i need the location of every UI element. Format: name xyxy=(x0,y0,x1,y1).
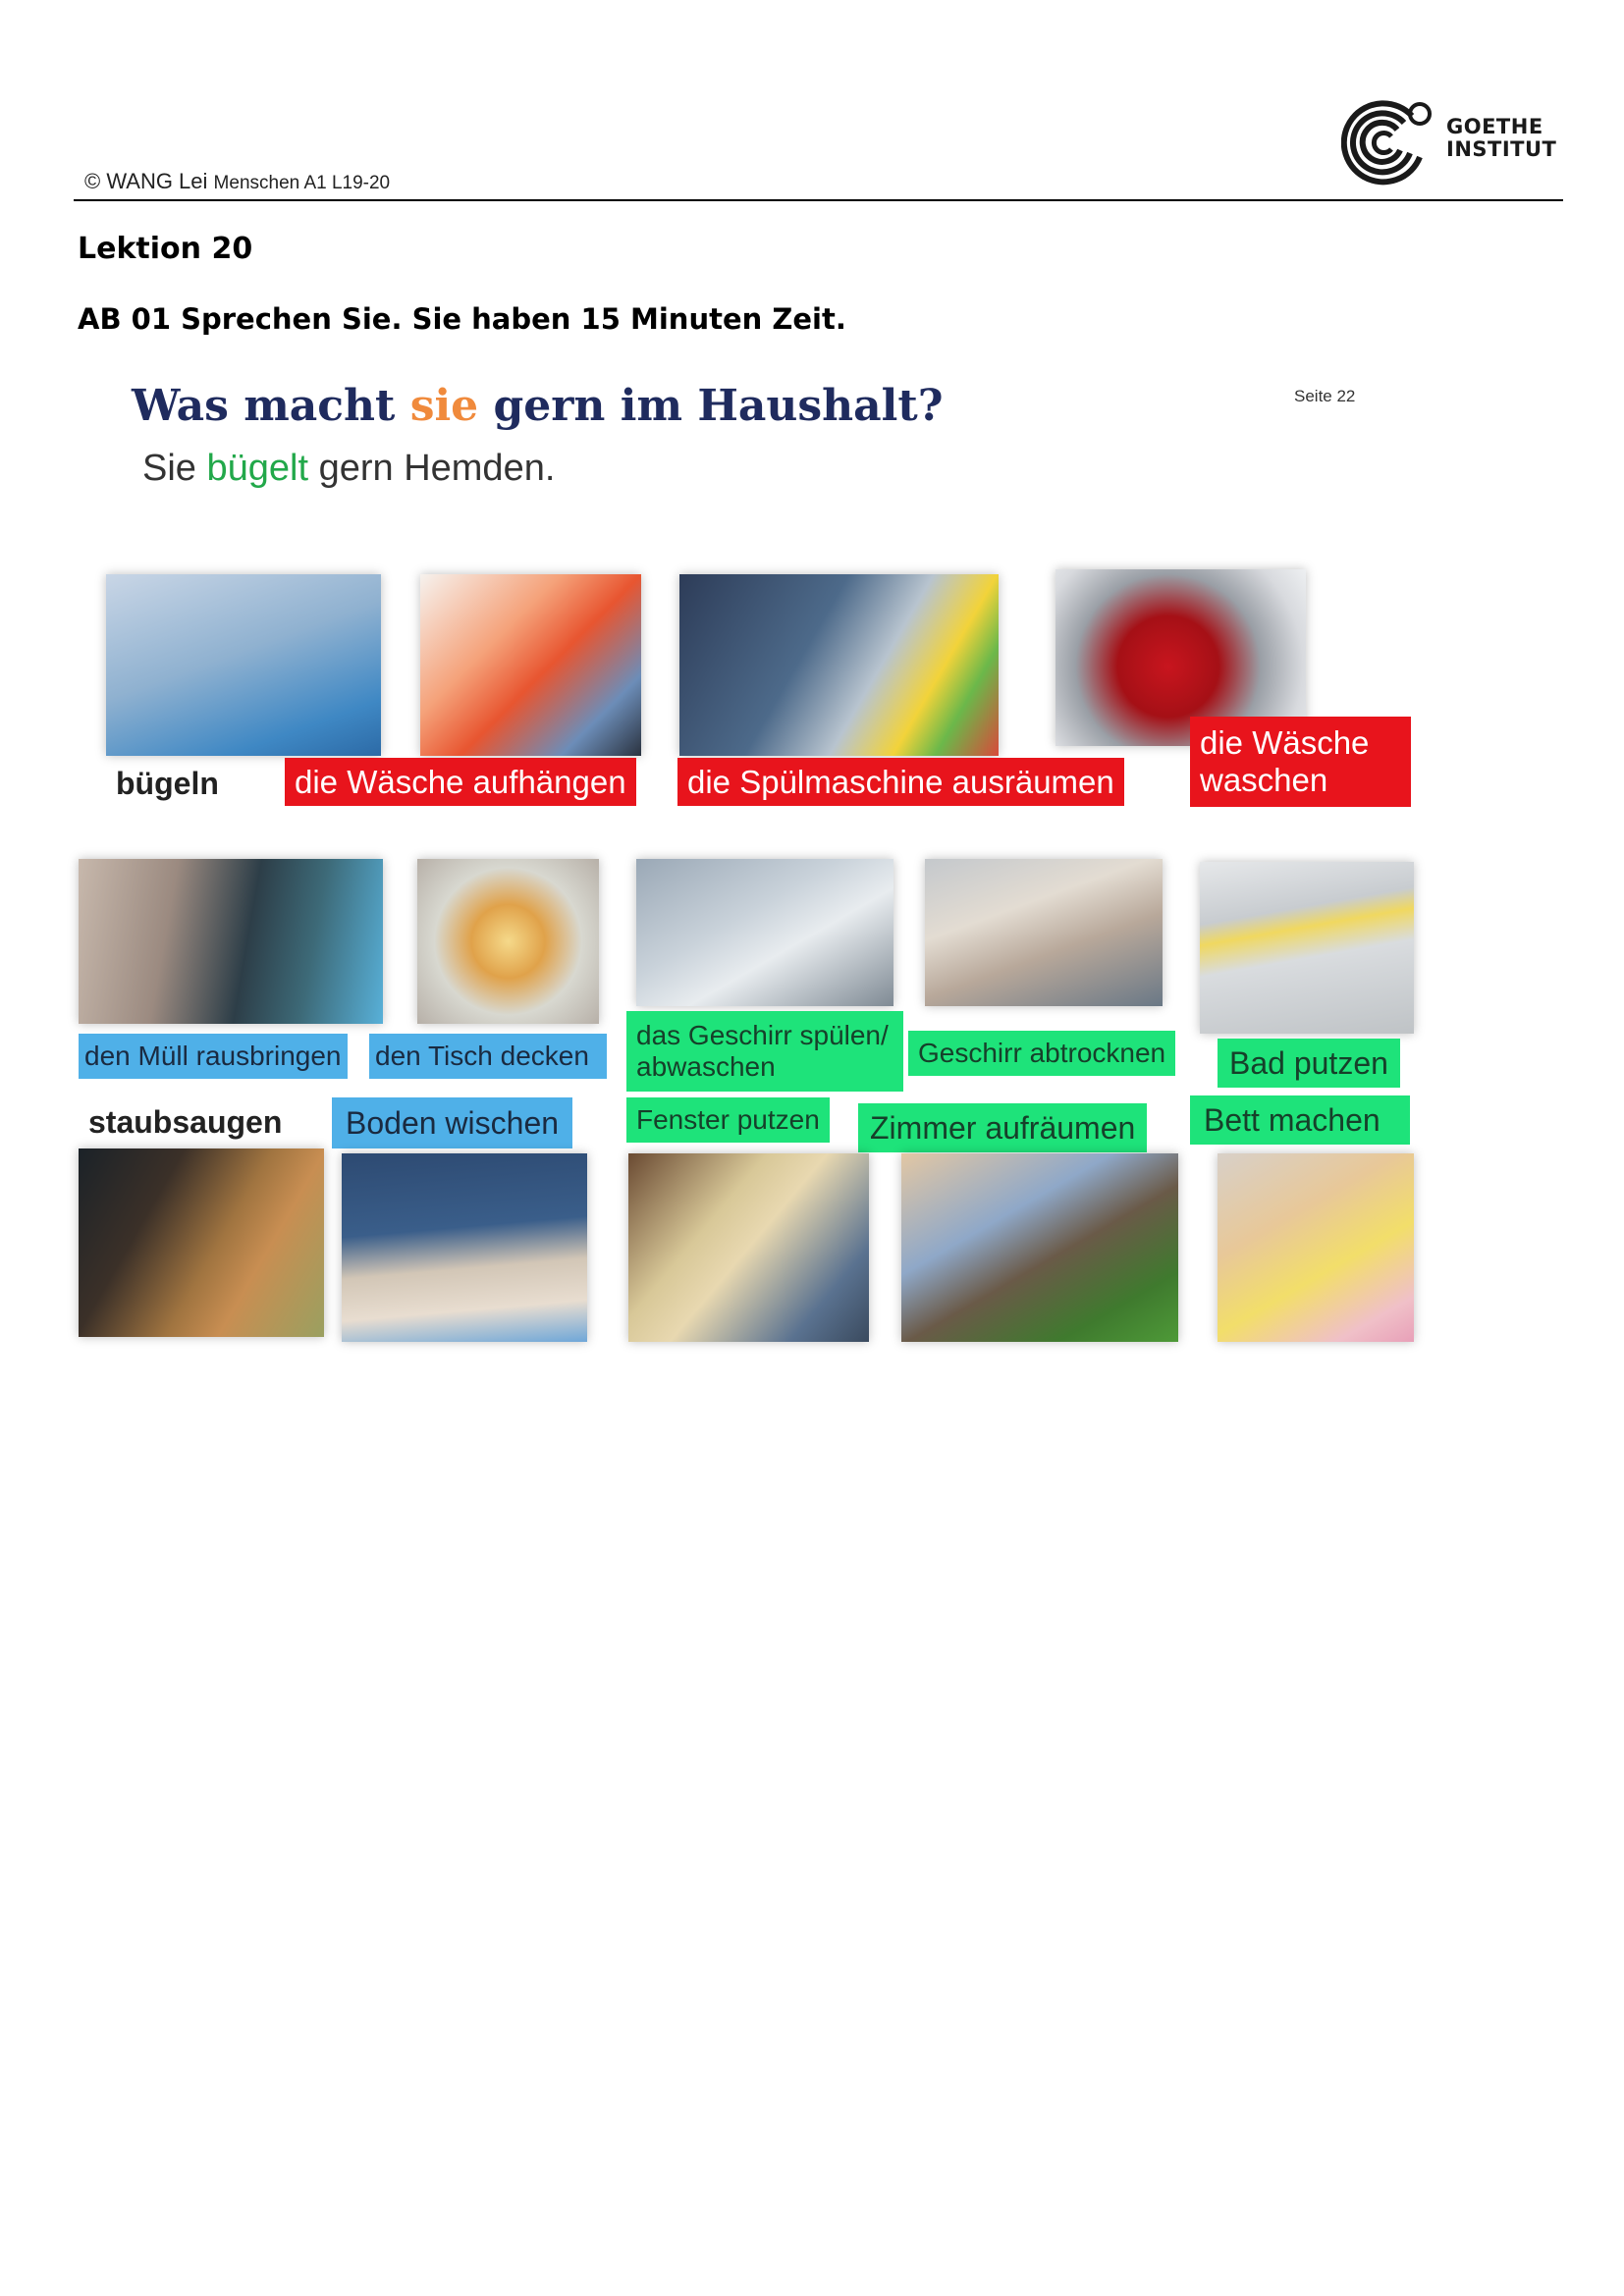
label-buegeln: bügeln xyxy=(116,766,219,801)
label-spuelmaschine-ausraeumen: die Spülmaschine ausräumen xyxy=(677,758,1124,806)
label-tisch-decken: den Tisch decken xyxy=(369,1034,607,1079)
label-bett-machen: Bett machen xyxy=(1190,1095,1410,1145)
label-waesche-aufhaengen: die Wäsche aufhängen xyxy=(285,758,636,806)
label-geschirr-abtrocknen: Geschirr abtrocknen xyxy=(908,1031,1176,1076)
photo-washing-dishes xyxy=(636,859,893,1006)
photo-dishwasher xyxy=(679,574,999,756)
goethe-institut-logo: GOETHE INSTITUT xyxy=(1340,96,1556,190)
task-instruction: AB 01 Sprechen Sie. Sie haben 15 Minuten… xyxy=(78,302,846,336)
photo-hanging-laundry xyxy=(420,574,641,756)
answer-part-2: gern Hemden. xyxy=(308,448,556,489)
label-zimmer-aufraeumen: Zimmer aufräumen xyxy=(858,1103,1148,1152)
question-highlight: sie xyxy=(409,381,479,431)
photo-table-setting xyxy=(417,859,599,1024)
photo-bathroom xyxy=(1200,862,1414,1034)
label-boden-wischen: Boden wischen xyxy=(332,1097,573,1148)
photo-tidying-room xyxy=(901,1153,1178,1342)
question-part-2: gern im Haushalt? xyxy=(478,381,944,431)
label-muell-rausbringen: den Müll rausbringen xyxy=(79,1034,348,1079)
label-fenster-putzen: Fenster putzen xyxy=(626,1097,830,1143)
photo-trash xyxy=(79,859,383,1024)
label-waesche-waschen: die Wäsche waschen xyxy=(1190,717,1411,807)
course-text: Menschen A1 L19-20 xyxy=(213,173,391,193)
header-copyright: © WANG Lei Menschen A1 L19-20 xyxy=(84,169,390,194)
logo-line-1: GOETHE xyxy=(1446,115,1543,138)
worksheet-question: Was macht sie gern im Haushalt? xyxy=(132,381,944,431)
page-reference: Seite 22 xyxy=(1294,387,1356,405)
answer-part-1: Sie xyxy=(142,448,207,489)
copyright-text: © WANG Lei xyxy=(84,169,208,193)
photo-making-bed xyxy=(1218,1153,1414,1342)
answer-highlight: bügelt xyxy=(206,448,309,489)
photo-mopping xyxy=(342,1153,587,1342)
label-bad-putzen: Bad putzen xyxy=(1218,1039,1400,1088)
header-divider xyxy=(74,199,1563,201)
lesson-title: Lektion 20 xyxy=(78,232,253,266)
photo-vacuuming xyxy=(79,1148,324,1337)
photo-window-cleaning xyxy=(628,1153,869,1342)
logo-wordmark: GOETHE INSTITUT xyxy=(1446,116,1556,161)
question-part-1: Was macht xyxy=(132,381,410,431)
photo-ironing xyxy=(106,574,381,756)
label-staubsaugen: staubsaugen xyxy=(88,1104,283,1140)
photo-drying-dishes xyxy=(925,859,1163,1006)
goethe-logo-icon xyxy=(1340,100,1432,186)
logo-line-2: INSTITUT xyxy=(1446,137,1557,161)
worksheet-example-answer: Sie bügelt gern Hemden. xyxy=(142,448,555,490)
label-geschirr-spuelen: das Geschirr spülen/ abwaschen xyxy=(626,1011,903,1093)
